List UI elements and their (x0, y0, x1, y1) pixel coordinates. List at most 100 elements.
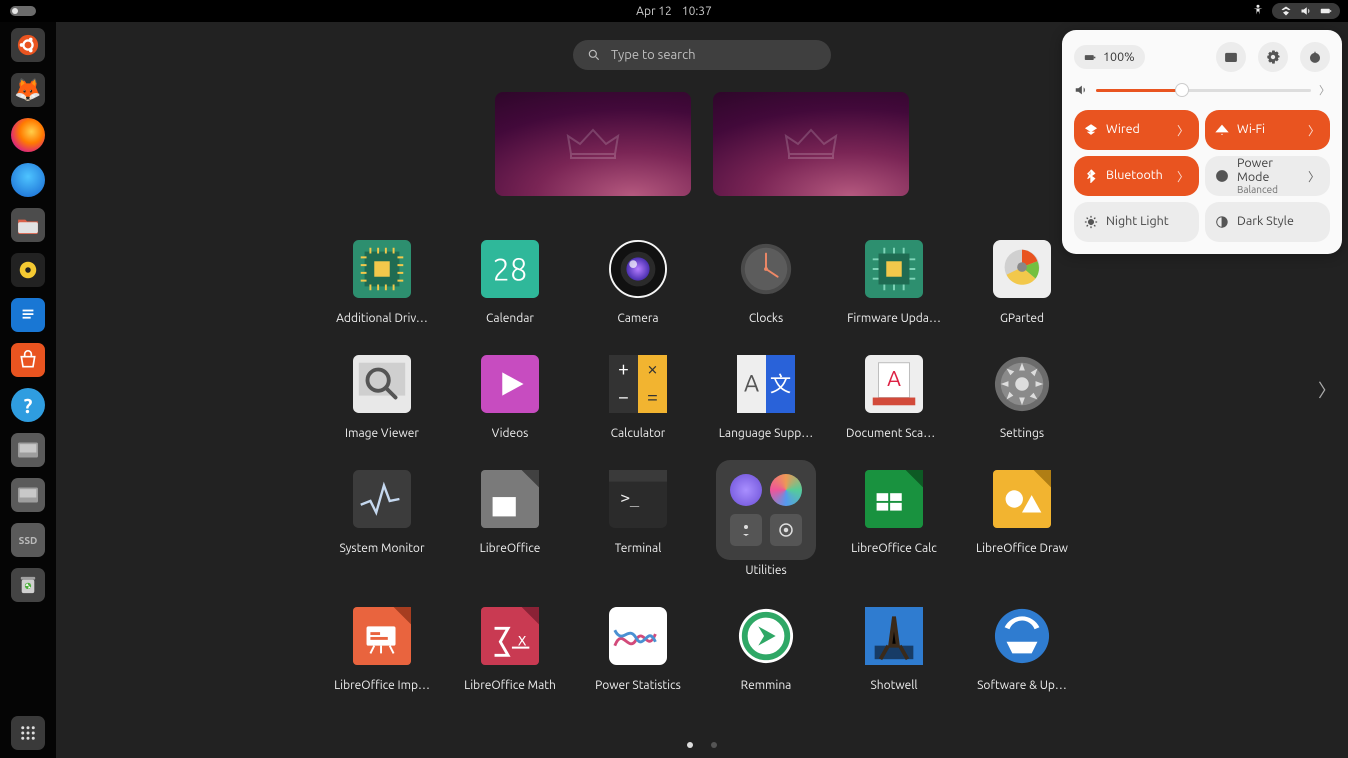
dock-app-files[interactable] (11, 208, 45, 242)
app-label: System Monitor (339, 542, 424, 555)
dock-app-disk-a[interactable] (11, 433, 45, 467)
app-docscan[interactable]: A Document Scan… (830, 355, 958, 440)
volume-expand[interactable]: 〉 (1319, 82, 1330, 98)
workspaces (495, 92, 909, 196)
screenshot-button[interactable] (1216, 42, 1246, 72)
app-imgview[interactable]: Image Viewer (318, 355, 446, 440)
next-page-arrow[interactable]: 〉 (1318, 377, 1336, 403)
network-icon (1280, 5, 1292, 17)
app-lo-start[interactable]: LibreOffice (446, 470, 574, 577)
app-remmina[interactable]: Remmina (702, 607, 830, 692)
dock-app-software[interactable] (11, 343, 45, 377)
dock-app-writer[interactable] (11, 298, 45, 332)
app-lang[interactable]: A文 Language Supp… (702, 355, 830, 440)
battery-pill[interactable]: 100% (1074, 45, 1145, 69)
app-shotwell[interactable]: Shotwell (830, 607, 958, 692)
dock-app-ubuntu[interactable] (11, 28, 45, 62)
battery-pct: 100% (1103, 50, 1135, 64)
svg-text:28: 28 (493, 252, 528, 287)
volume-slider[interactable]: 〉 (1074, 82, 1330, 98)
workspace-1[interactable] (495, 92, 691, 196)
app-firmware[interactable]: Firmware Upda… (830, 240, 958, 325)
app-camera[interactable]: Camera (574, 240, 702, 325)
top-bar: Apr 12 10:37 (0, 0, 1348, 22)
toggle-wired[interactable]: Wired 〉 (1074, 110, 1199, 150)
app-label: LibreOffice (480, 542, 541, 555)
dock-app-gimp[interactable]: 🦊 (11, 73, 45, 107)
battery-icon (1320, 5, 1332, 17)
app-label: GParted (1000, 312, 1044, 325)
search-placeholder: Type to search (611, 48, 696, 62)
svg-text:文: 文 (770, 373, 791, 397)
page-dot-2[interactable] (711, 742, 717, 748)
accessibility-icon[interactable] (1252, 4, 1264, 19)
activities-pill[interactable] (10, 6, 36, 16)
app-label: LibreOffice Imp… (334, 679, 430, 692)
app-label: Settings (1000, 427, 1044, 440)
app-label: Calendar (486, 312, 534, 325)
app-label: Utilities (745, 564, 786, 577)
app-label: Software & Up… (977, 679, 1067, 692)
app-calc[interactable]: +×−=Calculator (574, 355, 702, 440)
app-label: Language Supp… (719, 427, 813, 440)
dock: 🦊 ? SSD (0, 22, 56, 758)
app-grid: Additional Driv… 28 Calendar Camera Clocks Fi… (318, 240, 1086, 692)
app-sysmon[interactable]: System Monitor (318, 470, 446, 577)
topbar-date[interactable]: Apr 12 (636, 5, 672, 18)
app-swupd[interactable]: Software & Up… (958, 607, 1086, 692)
dock-app-help[interactable]: ? (11, 388, 45, 422)
app-lo-impress[interactable]: LibreOffice Imp… (318, 607, 446, 692)
dock-app-ssd[interactable]: SSD (11, 523, 45, 557)
app-powerstats[interactable]: Power Statistics (574, 607, 702, 692)
quick-settings-panel: 100% 〉 Wired 〉 Wi-Fi 〉 Bluetooth 〉 Power… (1062, 30, 1342, 254)
app-folder[interactable]: Utilities (702, 470, 830, 577)
app-clocks[interactable]: Clocks (702, 240, 830, 325)
app-label: Shotwell (870, 679, 917, 692)
app-label: Camera (617, 312, 658, 325)
system-status-area[interactable] (1272, 3, 1340, 19)
svg-text:A: A (887, 367, 901, 391)
search-icon (587, 48, 601, 62)
dock-app-firefox[interactable] (11, 118, 45, 152)
toggle-power-mode[interactable]: Power ModeBalanced 〉 (1205, 156, 1330, 196)
toggle-wifi[interactable]: Wi-Fi 〉 (1205, 110, 1330, 150)
app-label: Calculator (611, 427, 666, 440)
power-button[interactable] (1300, 42, 1330, 72)
app-lo-calc[interactable]: LibreOffice Calc (830, 470, 958, 577)
toggle-bluetooth[interactable]: Bluetooth 〉 (1074, 156, 1199, 196)
app-lo-math[interactable]: xLibreOffice Math (446, 607, 574, 692)
app-videos[interactable]: Videos (446, 355, 574, 440)
app-label: Clocks (749, 312, 783, 325)
app-settings[interactable]: Settings (958, 355, 1086, 440)
svg-text:A: A (744, 371, 759, 397)
dock-app-thunderbird[interactable] (11, 163, 45, 197)
dock-app-rhythmbox[interactable] (11, 253, 45, 287)
workspace-2[interactable] (713, 92, 909, 196)
toggle-dark-style[interactable]: Dark Style (1205, 202, 1330, 242)
app-terminal[interactable]: >_Terminal (574, 470, 702, 577)
show-applications-button[interactable] (11, 716, 45, 750)
app-calendar[interactable]: 28 Calendar (446, 240, 574, 325)
app-label: Document Scan… (846, 427, 942, 440)
svg-text:=: = (647, 385, 658, 407)
app-label: Power Statistics (595, 679, 681, 692)
app-drivers[interactable]: Additional Driv… (318, 240, 446, 325)
settings-button[interactable] (1258, 42, 1288, 72)
dock-app-disk-b[interactable] (11, 478, 45, 512)
app-gparted[interactable]: GParted (958, 240, 1086, 325)
dock-app-trash[interactable] (11, 568, 45, 602)
svg-text:−: − (618, 385, 629, 407)
speaker-icon (1074, 83, 1088, 97)
page-indicator[interactable] (56, 742, 1348, 748)
page-dot-1[interactable] (687, 742, 693, 748)
search-input[interactable]: Type to search (573, 40, 831, 70)
toggle-night-light[interactable]: Night Light (1074, 202, 1199, 242)
app-lo-draw[interactable]: LibreOffice Draw (958, 470, 1086, 577)
svg-text:>_: >_ (621, 489, 640, 507)
app-label: LibreOffice Calc (851, 542, 937, 555)
volume-icon (1300, 5, 1312, 17)
svg-text:+: + (618, 357, 629, 379)
app-label: LibreOffice Math (464, 679, 556, 692)
app-label: Image Viewer (345, 427, 419, 440)
topbar-time[interactable]: 10:37 (682, 5, 712, 18)
